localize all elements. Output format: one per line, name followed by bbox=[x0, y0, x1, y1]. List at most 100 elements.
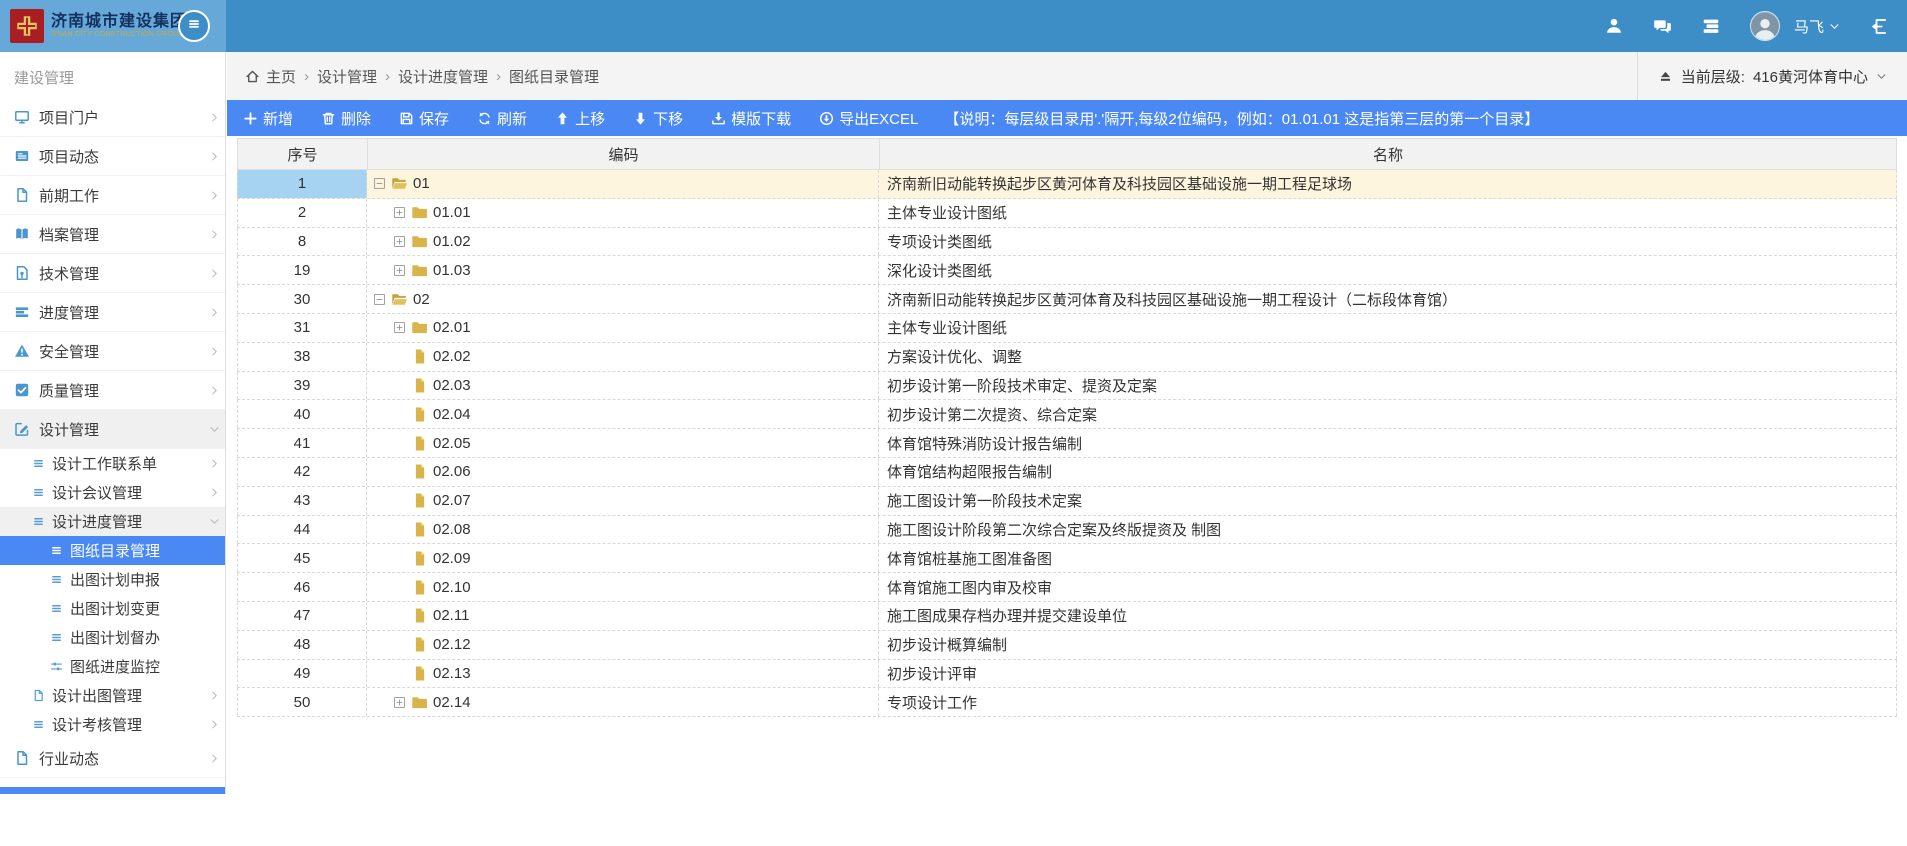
sidebar-item-8-2[interactable]: 设计进度管理 bbox=[0, 507, 225, 536]
sidebar-item-8-2-3[interactable]: 出图计划督办 bbox=[0, 623, 225, 652]
sidebar-item-8-0[interactable]: 设计工作联系单 bbox=[0, 449, 225, 478]
table-row[interactable]: 5002.14专项设计工作 bbox=[237, 688, 1897, 717]
row-name-cell[interactable]: 初步设计第一阶段技术审定、提资及定案 bbox=[879, 372, 1897, 400]
row-code-cell[interactable]: 02.13 bbox=[367, 660, 879, 688]
table-row[interactable]: 3802.02方案设计优化、调整 bbox=[237, 343, 1897, 372]
sidebar-item-8[interactable]: 设计管理 bbox=[0, 410, 225, 449]
row-code-cell[interactable]: 02.04 bbox=[367, 400, 879, 428]
row-name-cell[interactable]: 主体专业设计图纸 bbox=[879, 199, 1897, 227]
row-name-cell[interactable]: 专项设计类图纸 bbox=[879, 228, 1897, 256]
sidebar-item-8-2-0[interactable]: 图纸目录管理 bbox=[0, 536, 225, 565]
row-code-cell[interactable]: 02.03 bbox=[367, 372, 879, 400]
table-row[interactable]: 4402.08施工图设计阶段第二次综合定案及终版提资及 制图 bbox=[237, 516, 1897, 545]
toolbar-button-plus[interactable]: 新增 bbox=[243, 108, 293, 129]
row-code-cell[interactable]: 02.10 bbox=[367, 573, 879, 601]
table-row[interactable]: 4602.10体育馆施工图内审及校审 bbox=[237, 573, 1897, 602]
row-code-cell[interactable]: 01.02 bbox=[367, 228, 879, 256]
row-name-cell[interactable]: 施工图设计阶段第二次综合定案及终版提资及 制图 bbox=[879, 516, 1897, 544]
sidebar-item-9[interactable]: 行业动态 bbox=[0, 739, 225, 778]
sidebar-item-5[interactable]: 进度管理 bbox=[0, 293, 225, 332]
row-code-cell[interactable]: 02.05 bbox=[367, 429, 879, 457]
row-name-cell[interactable]: 体育馆施工图内审及校审 bbox=[879, 573, 1897, 601]
avatar[interactable] bbox=[1750, 11, 1780, 41]
row-code-cell[interactable]: 02.12 bbox=[367, 631, 879, 659]
table-row[interactable]: 3102.01主体专业设计图纸 bbox=[237, 314, 1897, 343]
row-name-cell[interactable]: 深化设计类图纸 bbox=[879, 256, 1897, 284]
table-row[interactable]: 3002济南新旧动能转换起步区黄河体育及科技园区基础设施一期工程设计（二标段体育… bbox=[237, 285, 1897, 314]
row-name-cell[interactable]: 初步设计概算编制 bbox=[879, 631, 1897, 659]
row-code-cell[interactable]: 02.02 bbox=[367, 343, 879, 371]
breadcrumb-item[interactable]: 设计进度管理 bbox=[398, 66, 488, 87]
row-code-cell[interactable]: 02.09 bbox=[367, 544, 879, 572]
sidebar-item-8-1[interactable]: 设计会议管理 bbox=[0, 478, 225, 507]
row-name-cell[interactable]: 济南新旧动能转换起步区黄河体育及科技园区基础设施一期工程足球场 bbox=[879, 170, 1897, 198]
collapse-icon[interactable] bbox=[373, 293, 386, 306]
user-icon[interactable] bbox=[1605, 17, 1623, 35]
table-row[interactable]: 4302.07施工图设计第一阶段技术定案 bbox=[237, 487, 1897, 516]
logout-icon[interactable] bbox=[1870, 17, 1889, 36]
table-row[interactable]: 3902.03初步设计第一阶段技术审定、提资及定案 bbox=[237, 372, 1897, 401]
toolbar-button-export[interactable]: 导出EXCEL bbox=[819, 108, 918, 129]
table-row[interactable]: 201.01主体专业设计图纸 bbox=[237, 199, 1897, 228]
row-name-cell[interactable]: 专项设计工作 bbox=[879, 688, 1897, 716]
expand-icon[interactable] bbox=[393, 264, 406, 277]
row-name-cell[interactable]: 施工图设计第一阶段技术定案 bbox=[879, 487, 1897, 515]
sidebar-item-8-2-2[interactable]: 出图计划变更 bbox=[0, 594, 225, 623]
sidebar-toggle-button[interactable] bbox=[178, 10, 210, 42]
toolbar-button-arrow-down[interactable]: 下移 bbox=[633, 108, 683, 129]
table-row[interactable]: 4002.04初步设计第二次提资、综合定案 bbox=[237, 400, 1897, 429]
row-code-cell[interactable]: 01 bbox=[367, 170, 879, 198]
sidebar-item-6[interactable]: 安全管理 bbox=[0, 332, 225, 371]
expand-icon[interactable] bbox=[393, 235, 406, 248]
row-name-cell[interactable]: 主体专业设计图纸 bbox=[879, 314, 1897, 342]
sidebar-item-3[interactable]: 档案管理 bbox=[0, 215, 225, 254]
sidebar-item-8-2-4[interactable]: 图纸进度监控 bbox=[0, 652, 225, 681]
table-row[interactable]: 801.02专项设计类图纸 bbox=[237, 228, 1897, 257]
table-row[interactable]: 4502.09体育馆桩基施工图准备图 bbox=[237, 544, 1897, 573]
toolbar-button-save[interactable]: 保存 bbox=[399, 108, 449, 129]
user-menu[interactable]: 马飞 bbox=[1794, 16, 1840, 37]
row-name-cell[interactable]: 体育馆结构超限报告编制 bbox=[879, 458, 1897, 486]
row-code-cell[interactable]: 02.07 bbox=[367, 487, 879, 515]
row-code-cell[interactable]: 02.01 bbox=[367, 314, 879, 342]
sidebar-item-0[interactable]: 项目门户 bbox=[0, 98, 225, 137]
sidebar-item-7[interactable]: 质量管理 bbox=[0, 371, 225, 410]
tasks-icon[interactable] bbox=[1702, 17, 1720, 35]
expand-icon[interactable] bbox=[393, 321, 406, 334]
row-name-cell[interactable]: 体育馆特殊消防设计报告编制 bbox=[879, 429, 1897, 457]
row-name-cell[interactable]: 初步设计评审 bbox=[879, 660, 1897, 688]
sidebar-item-8-3[interactable]: 设计出图管理 bbox=[0, 681, 225, 710]
table-row[interactable]: 4102.05体育馆特殊消防设计报告编制 bbox=[237, 429, 1897, 458]
expand-icon[interactable] bbox=[393, 696, 406, 709]
toolbar-button-trash[interactable]: 删除 bbox=[321, 108, 371, 129]
row-code-cell[interactable]: 02.11 bbox=[367, 602, 879, 630]
breadcrumb-item[interactable]: 图纸目录管理 bbox=[509, 66, 599, 87]
breadcrumb-item[interactable]: 主页 bbox=[266, 66, 296, 87]
row-name-cell[interactable]: 体育馆桩基施工图准备图 bbox=[879, 544, 1897, 572]
sidebar-item-4[interactable]: 技术管理 bbox=[0, 254, 225, 293]
row-name-cell[interactable]: 济南新旧动能转换起步区黄河体育及科技园区基础设施一期工程设计（二标段体育馆） bbox=[879, 285, 1897, 313]
table-row[interactable]: 4802.12初步设计概算编制 bbox=[237, 631, 1897, 660]
table-row[interactable]: 101济南新旧动能转换起步区黄河体育及科技园区基础设施一期工程足球场 bbox=[237, 170, 1897, 199]
row-name-cell[interactable]: 方案设计优化、调整 bbox=[879, 343, 1897, 371]
row-code-cell[interactable]: 02 bbox=[367, 285, 879, 313]
row-code-cell[interactable]: 02.06 bbox=[367, 458, 879, 486]
table-row[interactable]: 4702.11施工图成果存档办理并提交建设单位 bbox=[237, 602, 1897, 631]
chat-icon[interactable] bbox=[1653, 17, 1672, 36]
column-header-1[interactable]: 编码 bbox=[368, 139, 880, 169]
sidebar-item-2[interactable]: 前期工作 bbox=[0, 176, 225, 215]
column-header-0[interactable]: 序号 bbox=[238, 139, 368, 169]
row-code-cell[interactable]: 01.03 bbox=[367, 256, 879, 284]
current-level-selector[interactable]: 当前层级: 416黄河体育中心 bbox=[1637, 52, 1907, 100]
sidebar-item-8-2-1[interactable]: 出图计划申报 bbox=[0, 565, 225, 594]
toolbar-button-arrow-up[interactable]: 上移 bbox=[555, 108, 605, 129]
sidebar-item-8-4[interactable]: 设计考核管理 bbox=[0, 710, 225, 739]
toolbar-button-refresh[interactable]: 刷新 bbox=[477, 108, 527, 129]
column-header-2[interactable]: 名称 bbox=[880, 139, 1896, 169]
expand-icon[interactable] bbox=[393, 206, 406, 219]
table-row[interactable]: 4902.13初步设计评审 bbox=[237, 660, 1897, 689]
collapse-icon[interactable] bbox=[373, 177, 386, 190]
toolbar-button-download[interactable]: 模版下载 bbox=[711, 108, 791, 129]
row-code-cell[interactable]: 01.01 bbox=[367, 199, 879, 227]
table-row[interactable]: 4202.06体育馆结构超限报告编制 bbox=[237, 458, 1897, 487]
